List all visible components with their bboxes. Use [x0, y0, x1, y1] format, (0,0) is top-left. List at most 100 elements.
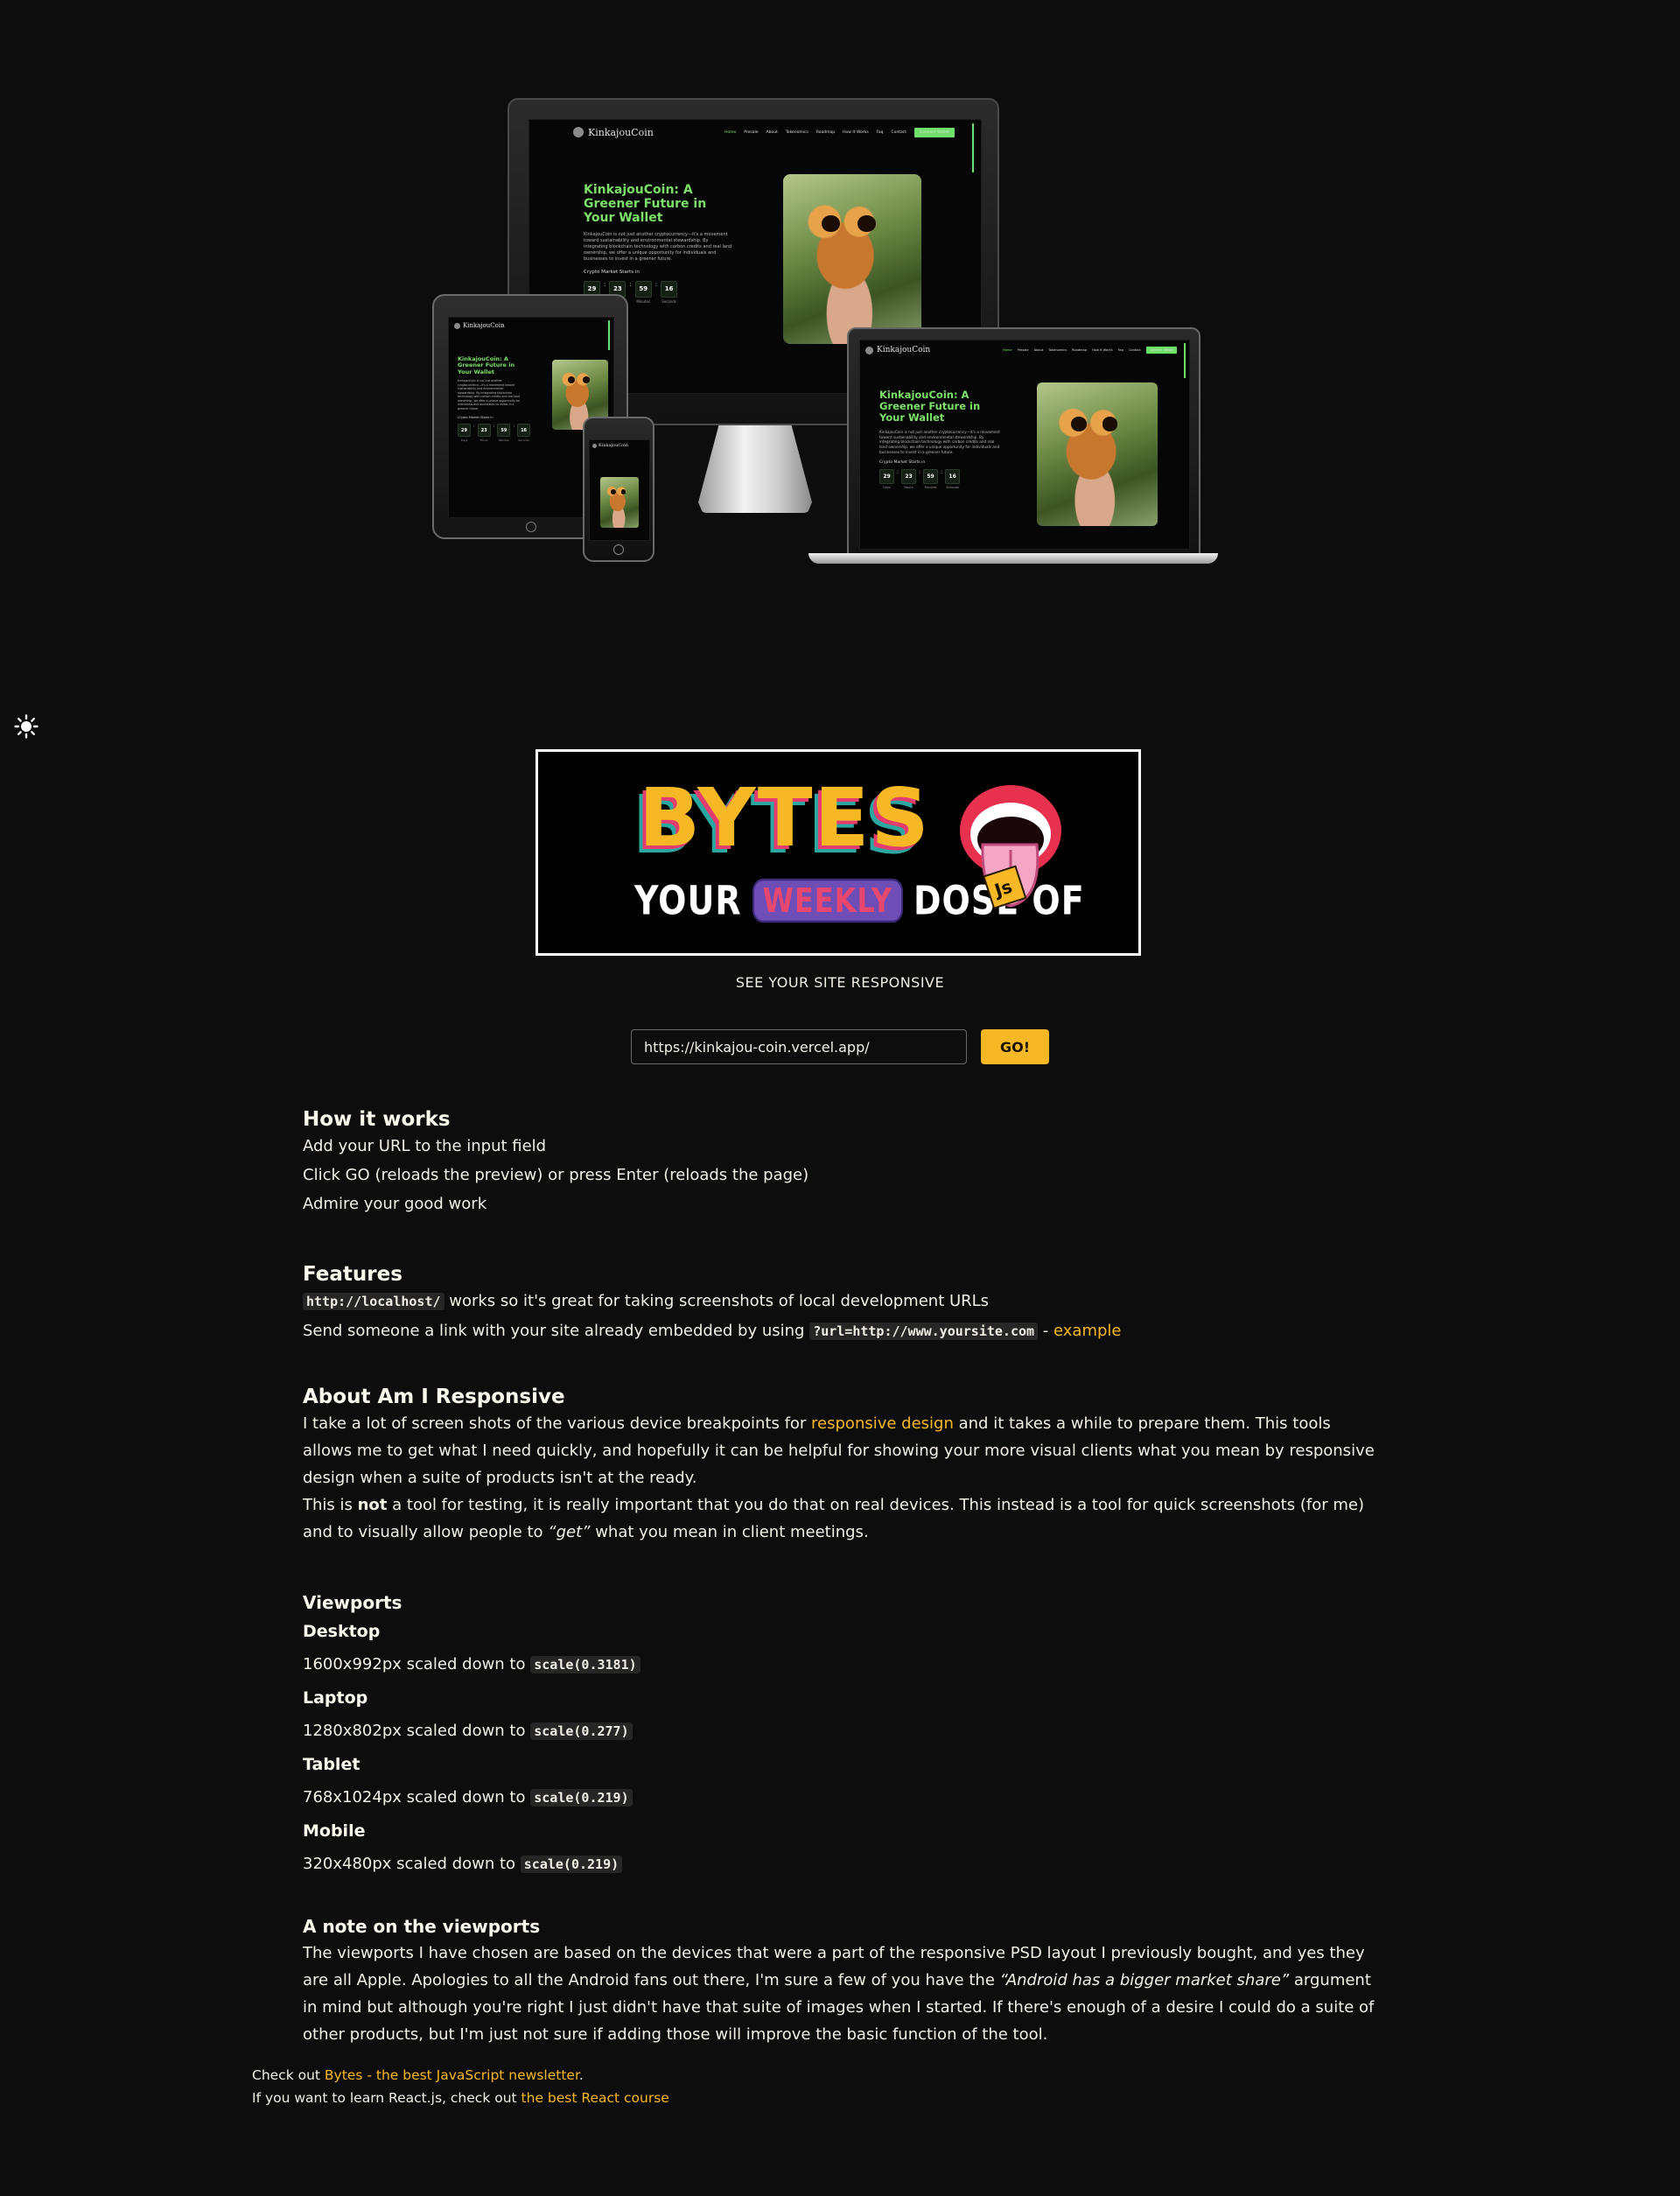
tablet-brand: KinkajouCoin — [463, 322, 505, 329]
about-p1-before: I take a lot of screen shots of the vari… — [303, 1414, 812, 1433]
phone-device: KinkajouCoin — [583, 417, 654, 562]
react-course-link[interactable]: the best React course — [522, 2090, 669, 2106]
tablet-hours-value: 23 — [477, 424, 491, 438]
laptop-base — [808, 553, 1218, 564]
banner-bytes-word: BYTES — [639, 771, 931, 865]
about-p2-after: what you mean in client meetings. — [590, 1523, 869, 1541]
note-paragraph: The viewports I have chosen are based on… — [303, 1940, 1379, 2048]
viewport-laptop-name: Laptop — [303, 1688, 368, 1708]
footer-line-2: If you want to learn React.js, check out… — [252, 2087, 669, 2109]
tablet-minutes-value: 59 — [497, 424, 511, 438]
phone-brand: KinkajouCoin — [598, 443, 629, 448]
viewport-laptop-scale: scale(0.277) — [530, 1722, 633, 1740]
tablet-countdown-label: Crypto Market Starts in — [458, 416, 494, 420]
go-button[interactable]: GO! — [981, 1029, 1049, 1064]
mockup-minutes-label: Minutes — [636, 298, 651, 304]
about-p2-before: This is — [303, 1496, 358, 1514]
features-title: Features — [303, 1263, 402, 1286]
mockup-brand: KinkajouCoin — [588, 126, 654, 138]
laptop-countdown-label: Crypto Market Starts in — [879, 460, 926, 466]
mockup-nav-about: About — [766, 130, 778, 135]
laptop-minutes-value: 59 — [923, 469, 939, 485]
laptop-device: KinkajouCoin Home Presale About Tokenomi… — [847, 327, 1200, 557]
note-p-italic: “Android has a bigger market share” — [999, 1971, 1290, 1989]
monitor-stand — [698, 425, 812, 513]
url-param-code: ?url=http://www.yoursite.com — [809, 1323, 1039, 1340]
viewport-desktop-size: 1600x992px scaled down to — [303, 1655, 531, 1673]
mockup-logo-icon — [573, 127, 584, 137]
responsive-design-link[interactable]: responsive design — [811, 1414, 954, 1433]
tablet-minutes-label: Minutes — [498, 438, 509, 443]
about-paragraph-2: This is not a tool for testing, it is re… — [303, 1491, 1379, 1546]
tablet-paragraph: KinkajouCoin is not just another cryptoc… — [458, 379, 521, 410]
viewport-tablet: Tablet 768x1024px scaled down to scale(0… — [303, 1749, 1379, 1815]
mockup-nav-how: How It Works — [843, 130, 869, 135]
device-mockups: KinkajouCoin Home Presale About Tokenomi… — [420, 88, 1242, 595]
phone-photo — [600, 477, 639, 528]
laptop-screen: KinkajouCoin Home Presale About Tokenomi… — [859, 340, 1190, 550]
viewport-tablet-size: 768x1024px scaled down to — [303, 1788, 531, 1807]
mockup-nav-home: Home — [724, 130, 737, 135]
how-it-works-title: How it works — [303, 1108, 451, 1131]
url-input[interactable] — [631, 1029, 967, 1064]
laptop-nav-contact: Contact — [1128, 348, 1141, 352]
laptop-nav-roadmap: Roadmap — [1072, 348, 1088, 352]
viewport-mobile-size: 320x480px scaled down to — [303, 1855, 521, 1873]
phone-screen: KinkajouCoin — [589, 439, 650, 541]
features-separator: - — [1038, 1322, 1054, 1340]
note-title: A note on the viewports — [303, 1916, 541, 1937]
footer-line-1-before: Check out — [252, 2067, 325, 2083]
localhost-code: http://localhost/ — [303, 1293, 444, 1310]
bytes-newsletter-link[interactable]: Bytes - the best JavaScript newsletter — [325, 2067, 579, 2083]
about-p2-bold: not — [357, 1496, 388, 1514]
footer-line-1-after: . — [578, 2067, 584, 2083]
example-link[interactable]: example — [1054, 1322, 1121, 1340]
laptop-hours-label: Hours — [904, 486, 914, 490]
features-line-1: http://localhost/ works so it's great fo… — [303, 1287, 1379, 1315]
how-step-3: Admire your good work — [303, 1195, 487, 1213]
info-content: How it works Add your URL to the input f… — [303, 1106, 1379, 2048]
laptop-seconds-label: Seconds — [946, 486, 959, 490]
tablet-days-value: 29 — [458, 424, 471, 438]
viewport-desktop-name: Desktop — [303, 1622, 381, 1641]
mockup-headline-1: KinkajouCoin: A — [584, 183, 693, 197]
laptop-days-label: Days — [883, 486, 891, 490]
banner-weekly-badge: WEEKLY — [752, 878, 903, 923]
phone-home-button — [613, 544, 624, 555]
mockup-nav-tokenomics: Tokenomics — [785, 130, 808, 135]
laptop-brand: KinkajouCoin — [877, 346, 931, 354]
tablet-home-button — [526, 522, 536, 532]
mockup-seconds-value: 16 — [661, 280, 678, 298]
about-p2-italic: “get” — [548, 1523, 591, 1541]
mockup-nav-presale: Presale — [744, 130, 759, 135]
viewport-laptop-size: 1280x802px scaled down to — [303, 1722, 531, 1740]
how-step-1: Add your URL to the input field — [303, 1137, 547, 1155]
features-line-2: Send someone a link with your site alrea… — [303, 1317, 1379, 1345]
laptop-nav-home: Home — [1002, 348, 1012, 352]
tablet-seconds-label: Seconds — [518, 438, 529, 443]
laptop-paragraph: KinkajouCoin is not just another cryptoc… — [879, 429, 1000, 455]
footer-line-2-before: If you want to learn React.js, check out — [252, 2090, 522, 2106]
sun-icon[interactable] — [14, 714, 38, 739]
laptop-nav-tokenomics: Tokenomics — [1048, 348, 1068, 352]
mockup-connect-button: Connect Wallet — [914, 127, 955, 137]
mouth-tongue-icon — [960, 785, 1061, 909]
viewport-tablet-scale: scale(0.219) — [530, 1789, 633, 1807]
see-responsive-label: SEE YOUR SITE RESPONSIVE — [735, 974, 945, 991]
laptop-headline-3: Your Wallet — [879, 411, 945, 424]
laptop-seconds-value: 16 — [945, 469, 961, 485]
bytes-banner[interactable]: BYTES YOUR WEEKLY DOSE OF Js — [536, 749, 1141, 956]
about-title: About Am I Responsive — [303, 1386, 565, 1408]
kinkajou-photo — [783, 174, 921, 344]
laptop-nav-about: About — [1033, 348, 1044, 352]
footer-line-1: Check out Bytes - the best JavaScript ne… — [252, 2064, 669, 2087]
viewport-mobile-scale: scale(0.219) — [520, 1856, 623, 1873]
mockup-countdown-label: Crypto Market Starts in — [584, 270, 640, 276]
tablet-hours-label: Hours — [480, 438, 488, 443]
viewport-desktop: Desktop 1600x992px scaled down to scale(… — [303, 1616, 1379, 1682]
tablet-days-label: Days — [460, 438, 468, 443]
banner-your: YOUR — [634, 877, 742, 924]
laptop-nav-how: How It Works — [1092, 348, 1113, 352]
mockup-nav-contact: Contact — [891, 130, 906, 135]
laptop-minutes-label: Minutes — [924, 486, 937, 490]
